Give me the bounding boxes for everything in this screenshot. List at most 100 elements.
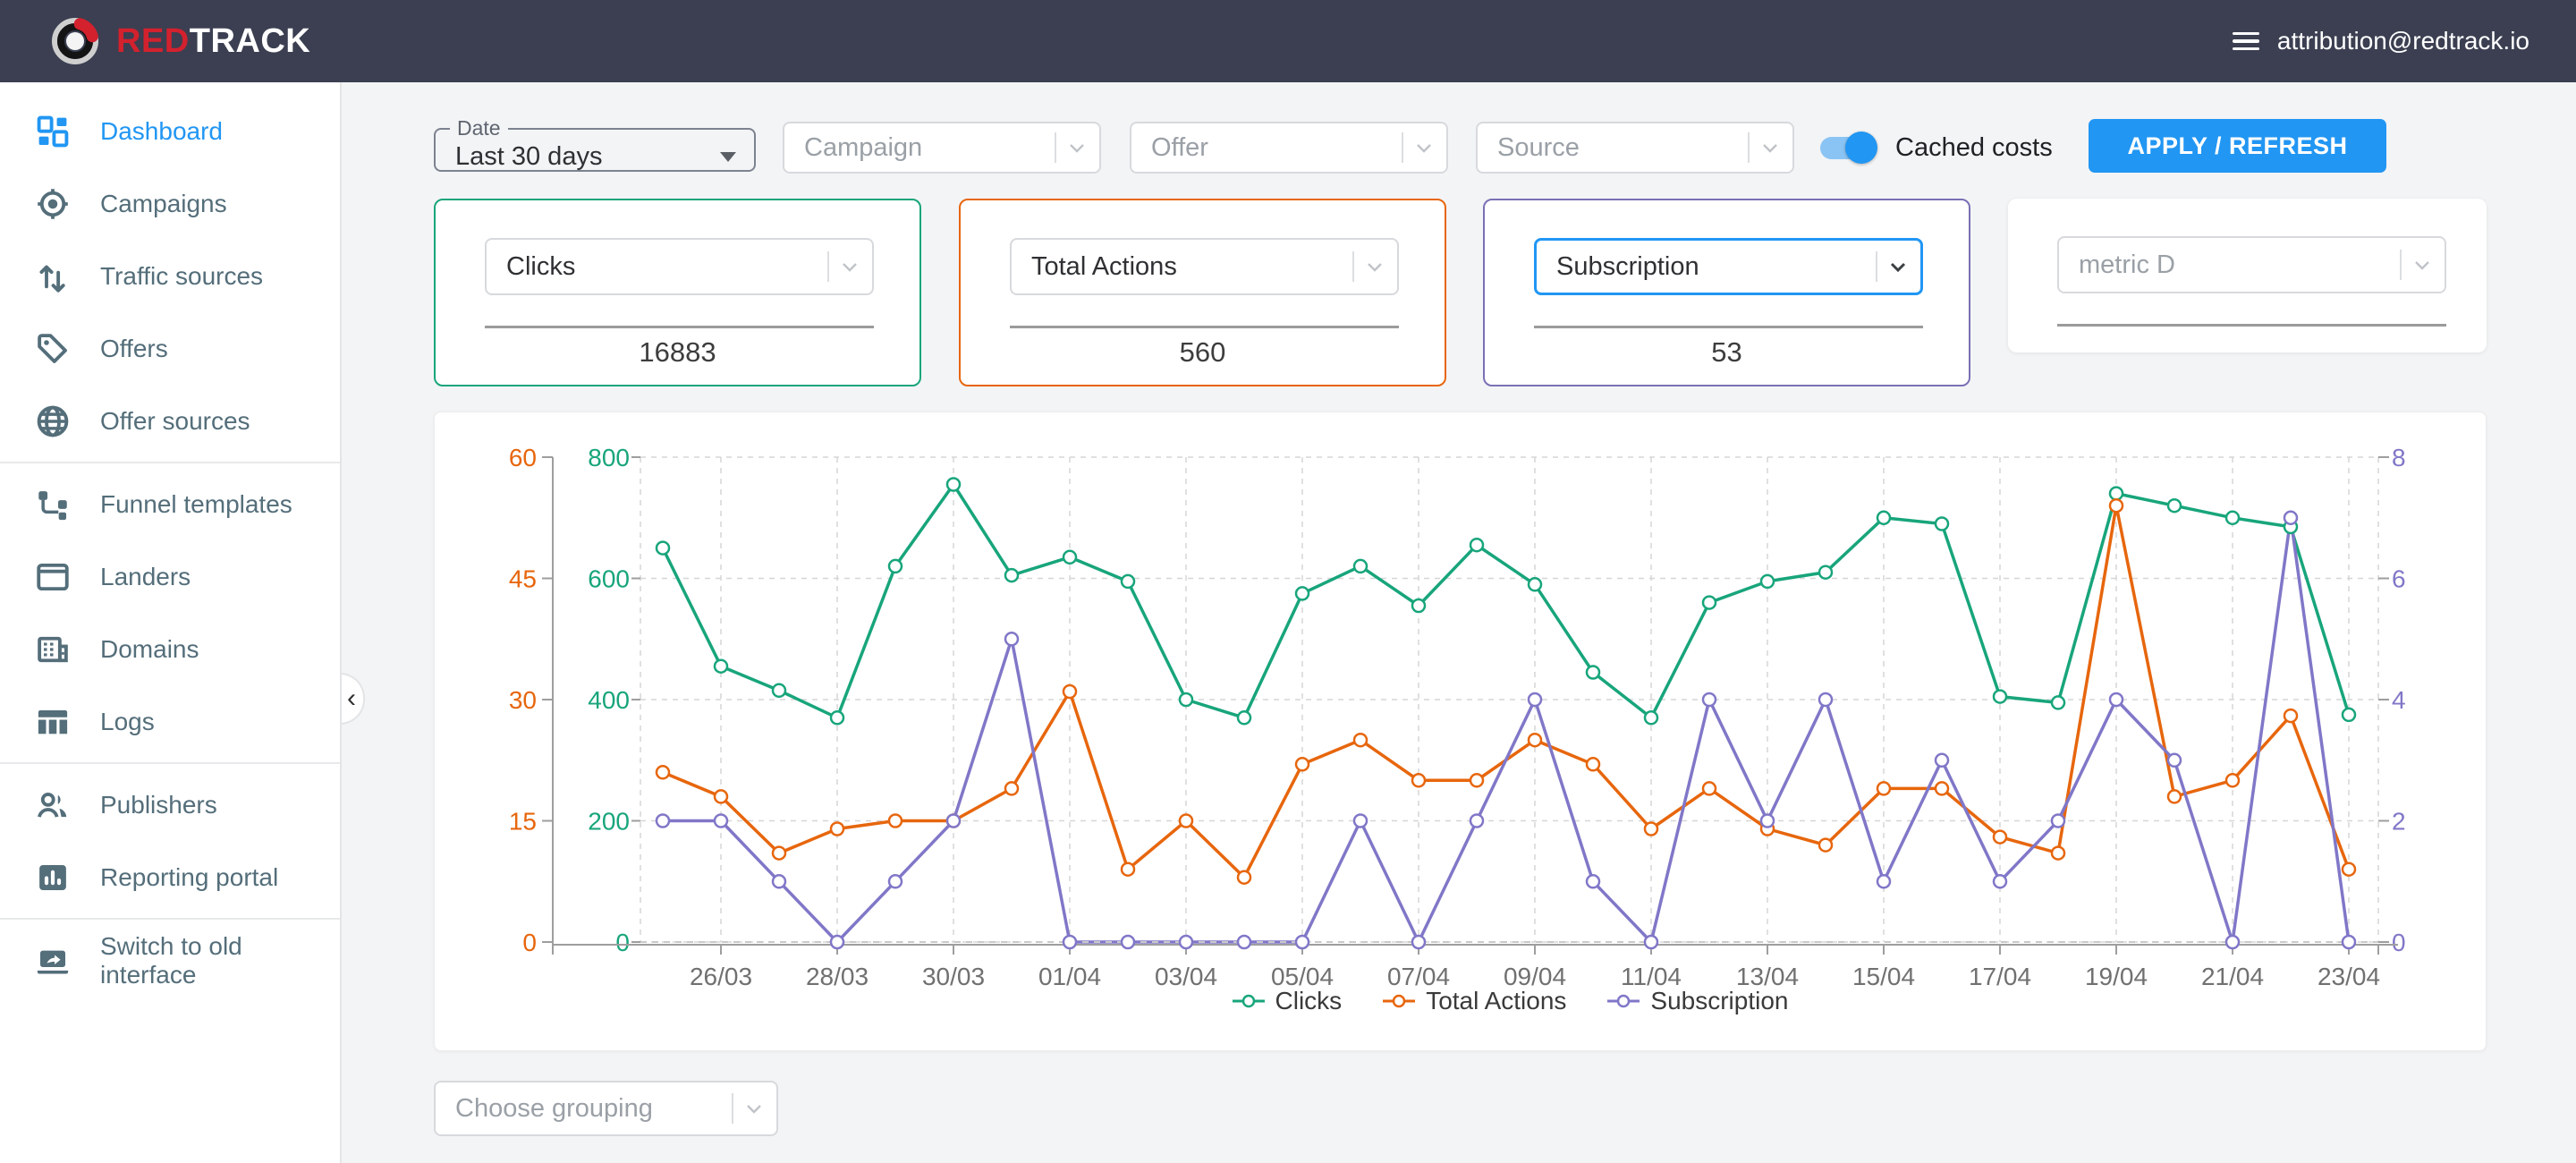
chevron-down-icon	[1416, 143, 1432, 153]
sidebar-item-dashboard[interactable]: Dashboard	[0, 95, 340, 167]
svg-text:2: 2	[2392, 808, 2406, 836]
bar-chart-icon	[34, 859, 72, 896]
metric-select-2[interactable]: Total Actions	[1010, 238, 1399, 295]
browser-window-icon	[34, 558, 72, 596]
legend-marker-icon	[1231, 994, 1267, 1008]
tag-icon	[34, 330, 72, 368]
svg-text:600: 600	[588, 565, 630, 593]
svg-text:0: 0	[615, 929, 630, 956]
logo[interactable]: REDTRACK	[50, 16, 310, 66]
svg-text:200: 200	[588, 808, 630, 836]
people-icon	[34, 786, 72, 824]
redtrack-logo-icon	[50, 16, 100, 66]
sidebar-item-logs[interactable]: Logs	[0, 685, 340, 758]
apply-refresh-button[interactable]: APPLY / REFRESH	[2089, 119, 2386, 173]
chevron-down-icon	[842, 262, 858, 272]
metric-card-d: metric D	[2008, 199, 2487, 352]
grouping-select[interactable]: Choose grouping	[434, 1081, 778, 1136]
topbar: REDTRACK attribution@redtrack.io	[0, 0, 2576, 82]
sidebar-item-domains[interactable]: Domains	[0, 613, 340, 685]
sidebar-item-offers[interactable]: Offers	[0, 312, 340, 385]
legend-item-total-actions[interactable]: Total Actions	[1381, 987, 1566, 1015]
sidebar-item-label: Campaigns	[100, 190, 227, 218]
laptop-arrow-icon	[34, 942, 72, 980]
chevron-down-icon	[1762, 143, 1778, 153]
date-value: Last 30 days	[455, 142, 602, 172]
user-menu[interactable]: attribution@redtrack.io	[2233, 27, 2529, 55]
sidebar: Dashboard Campaigns Traffic sources Offers O…	[0, 82, 342, 1163]
source-select[interactable]: Source	[1476, 122, 1794, 174]
sidebar-item-traffic-sources[interactable]: Traffic sources	[0, 240, 340, 312]
cached-costs-label: Cached costs	[1895, 133, 2053, 163]
sidebar-item-label: Offers	[100, 335, 168, 363]
legend-item-clicks[interactable]: Clicks	[1231, 987, 1343, 1015]
svg-text:800: 800	[588, 444, 630, 471]
sidebar-item-offer-sources[interactable]: Offer sources	[0, 385, 340, 457]
metric-card-subscription: Subscription 53	[1483, 199, 1970, 386]
building-icon	[34, 631, 72, 668]
metric-value-subscription: 53	[1485, 336, 1969, 369]
sidebar-item-funnel-templates[interactable]: Funnel templates	[0, 468, 340, 540]
arrows-up-down-icon	[34, 258, 72, 295]
svg-text:8: 8	[2392, 444, 2406, 471]
sidebar-divider	[0, 462, 340, 463]
svg-text:0: 0	[2392, 929, 2406, 956]
sidebar-item-switch-old-interface[interactable]: Switch to old interface	[0, 924, 340, 997]
brand-name: REDTRACK	[116, 22, 310, 61]
metric-select-4[interactable]: metric D	[2057, 236, 2446, 293]
chevron-down-icon	[746, 1104, 762, 1114]
sidebar-item-label: Reporting portal	[100, 863, 278, 892]
metric-select-1[interactable]: Clicks	[485, 238, 874, 295]
dashboard-grid-icon	[34, 113, 72, 150]
date-range-select[interactable]: Date Last 30 days	[434, 116, 756, 172]
offer-select[interactable]: Offer	[1130, 122, 1448, 174]
svg-text:30: 30	[509, 686, 537, 714]
sidebar-item-label: Dashboard	[100, 117, 223, 146]
sidebar-item-landers[interactable]: Landers	[0, 540, 340, 613]
sidebar-item-label: Funnel templates	[100, 490, 292, 519]
legend-item-subscription[interactable]: Subscription	[1606, 987, 1788, 1015]
sidebar-divider	[0, 762, 340, 764]
line-chart[interactable]: 00015200230400445600660800826/0328/0330/…	[435, 412, 2486, 1057]
sidebar-item-label: Traffic sources	[100, 262, 263, 291]
metric-card-clicks: Clicks 16883	[434, 199, 921, 386]
campaign-placeholder: Campaign	[804, 133, 922, 163]
chart-legend: Clicks Total Actions Subscription	[640, 987, 2378, 1015]
svg-text:15: 15	[509, 808, 537, 836]
legend-label: Clicks	[1275, 987, 1343, 1015]
sidebar-divider	[0, 918, 340, 920]
sidebar-collapse-button[interactable]: ‹	[340, 673, 365, 725]
sidebar-item-publishers[interactable]: Publishers	[0, 768, 340, 841]
svg-text:6: 6	[2392, 565, 2406, 593]
sidebar-item-label: Logs	[100, 708, 155, 736]
chevron-down-icon	[1890, 262, 1906, 272]
legend-label: Total Actions	[1426, 987, 1566, 1015]
dropdown-arrow-icon	[720, 152, 736, 162]
sidebar-item-label: Offer sources	[100, 407, 250, 436]
chevron-down-icon	[2414, 260, 2430, 270]
legend-marker-icon	[1606, 994, 1641, 1008]
metric-value-clicks: 16883	[436, 336, 919, 369]
user-email: attribution@redtrack.io	[2277, 27, 2529, 55]
chevron-left-icon: ‹	[347, 683, 356, 714]
metric-value-total-actions: 560	[961, 336, 1445, 369]
target-icon	[34, 185, 72, 223]
svg-text:400: 400	[588, 686, 630, 714]
campaign-select[interactable]: Campaign	[783, 122, 1101, 174]
sidebar-item-label: Landers	[100, 563, 191, 591]
globe-icon	[34, 403, 72, 440]
sidebar-item-label: Domains	[100, 635, 199, 664]
chevron-down-icon	[1367, 262, 1383, 272]
metric-select-3[interactable]: Subscription	[1534, 238, 1923, 295]
timeseries-chart-card: 00015200230400445600660800826/0328/0330/…	[434, 412, 2487, 1051]
chevron-down-icon	[1069, 143, 1085, 153]
svg-text:4: 4	[2392, 686, 2406, 714]
sidebar-item-campaigns[interactable]: Campaigns	[0, 167, 340, 240]
menu-icon[interactable]	[2233, 32, 2259, 51]
sidebar-item-label: Switch to old interface	[100, 932, 340, 989]
legend-marker-icon	[1381, 994, 1417, 1008]
redtrack-dashboard: REDTRACK attribution@redtrack.io Dashboa…	[0, 0, 2576, 1163]
sidebar-item-reporting-portal[interactable]: Reporting portal	[0, 841, 340, 913]
funnel-flow-icon	[34, 486, 72, 523]
cached-costs-toggle[interactable]	[1820, 131, 1877, 165]
